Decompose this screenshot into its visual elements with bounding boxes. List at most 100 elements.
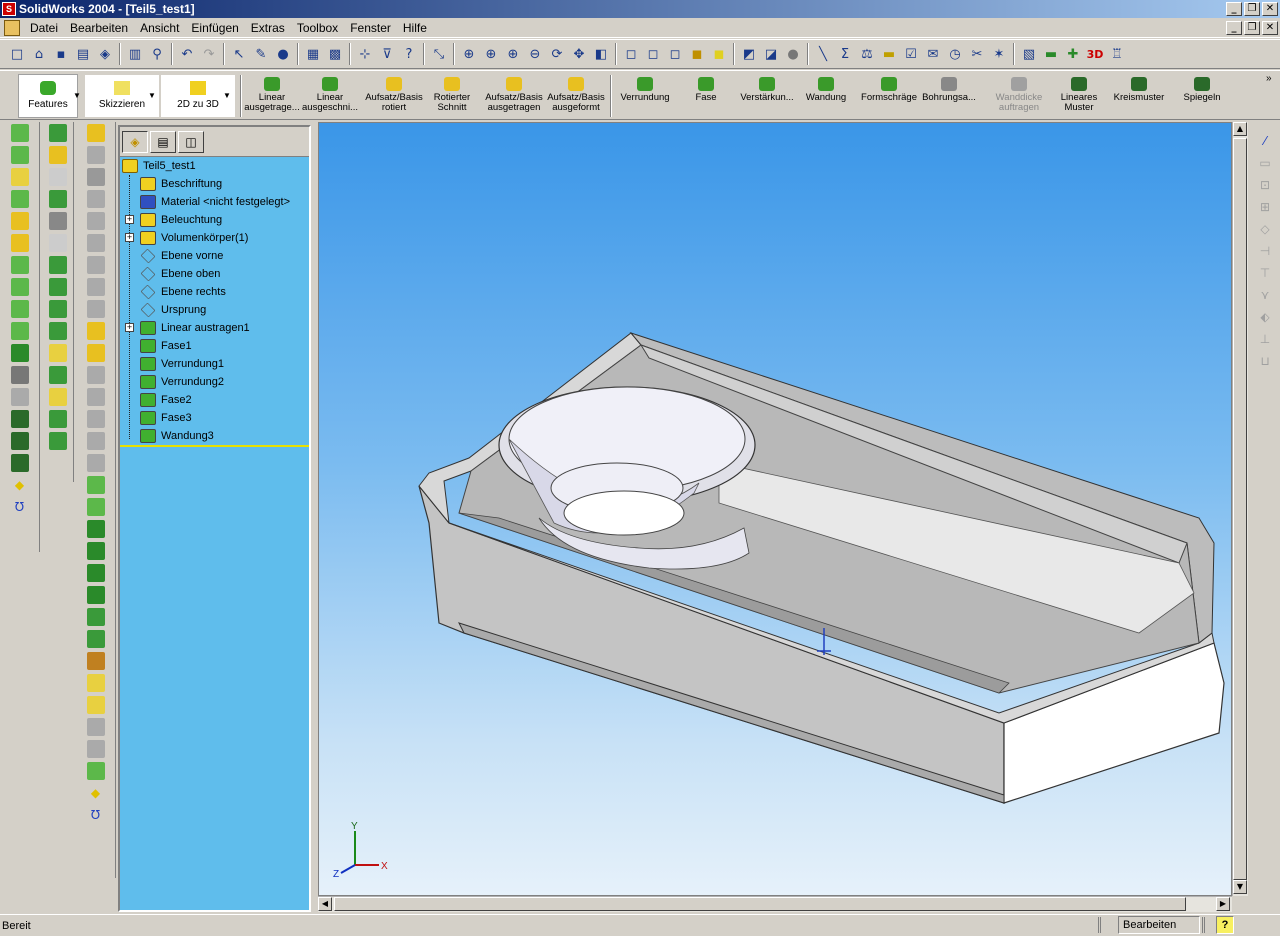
print-preview-icon[interactable]: ⚲: [146, 43, 168, 65]
feature-button-9[interactable]: Wandung: [798, 75, 854, 119]
circular-pattern-icon[interactable]: [10, 432, 29, 450]
reference-geometry-2-icon[interactable]: ◆: [87, 784, 105, 802]
make-drawing-icon[interactable]: ▤: [72, 43, 94, 65]
doc-close-button[interactable]: ✕: [1262, 21, 1278, 35]
surface-loft-icon[interactable]: [48, 190, 67, 208]
perspective-icon[interactable]: ◪: [760, 43, 782, 65]
tree-item[interactable]: Ebene oben: [140, 265, 220, 283]
shaded-icon[interactable]: ◼: [708, 43, 730, 65]
sheet-metal-corner-icon[interactable]: [86, 432, 105, 450]
tree-item[interactable]: Fase3: [140, 409, 192, 427]
delete-face-icon[interactable]: [48, 388, 67, 406]
help-icon[interactable]: ?: [398, 43, 420, 65]
tab-features[interactable]: Features: [18, 74, 78, 118]
tree-item[interactable]: Ursprung: [140, 301, 206, 319]
feature-button-4[interactable]: Aufsatz/Basis ausgetragen: [484, 75, 544, 119]
measure-icon[interactable]: ⤡: [428, 43, 450, 65]
graphics-area[interactable]: Y X Z: [318, 122, 1232, 896]
mold-undercut-icon[interactable]: [86, 696, 105, 714]
routing-icon[interactable]: ✚: [1062, 43, 1084, 65]
horizontal-scrollbar[interactable]: ◀ ▶: [318, 896, 1232, 912]
toolbar-more-icon[interactable]: »: [1266, 73, 1272, 84]
feature-button-5[interactable]: Aufsatz/Basis ausgeformt: [546, 75, 606, 119]
select-icon[interactable]: ↖: [228, 43, 250, 65]
sum-icon[interactable]: Σ: [834, 43, 856, 65]
hidden-lines-visible-icon[interactable]: ◻: [642, 43, 664, 65]
section-view-icon[interactable]: ◩: [738, 43, 760, 65]
sheet-metal-fold-icon[interactable]: [86, 322, 105, 340]
tree-expand-icon[interactable]: +: [125, 233, 134, 242]
tab-feature-tree[interactable]: ◈: [122, 130, 148, 153]
status-help-button[interactable]: ?: [1216, 916, 1234, 934]
mold-cavity-icon[interactable]: [86, 652, 105, 670]
features-dropdown-icon[interactable]: ▼: [73, 91, 81, 100]
draft-icon[interactable]: [10, 344, 29, 362]
feature-button-1[interactable]: Linear ausgeschni...: [302, 75, 358, 119]
reference-geometry-icon[interactable]: ◆: [11, 476, 29, 494]
sketch-rectangle-icon[interactable]: ▭: [1256, 154, 1274, 172]
surface-radiate-icon[interactable]: [48, 234, 67, 252]
sketch-fillet-icon[interactable]: ⋎: [1256, 286, 1274, 304]
feature-button-15[interactable]: Spiegeln: [1172, 75, 1232, 119]
sketch-dimension-icon[interactable]: ⊔: [1256, 352, 1274, 370]
doc-restore-button[interactable]: ❐: [1244, 21, 1260, 35]
extend-surface-icon[interactable]: [48, 300, 67, 318]
tree-item[interactable]: Wandung3: [140, 427, 214, 445]
trim-surface-icon[interactable]: [48, 322, 67, 340]
tree-item[interactable]: Fase2: [140, 391, 192, 409]
rebuild-icon[interactable]: ●: [272, 43, 294, 65]
scroll-up-icon[interactable]: ▲: [1233, 122, 1247, 136]
sketch-pattern-icon[interactable]: ⬖: [1256, 308, 1274, 326]
mold-thickness-icon[interactable]: [86, 740, 105, 758]
smart-dimension-icon[interactable]: ⊹: [354, 43, 376, 65]
check-icon[interactable]: ☑: [900, 43, 922, 65]
feature-button-7[interactable]: Fase: [678, 75, 734, 119]
mold-split-icon[interactable]: [86, 520, 105, 538]
zoom-fit-icon[interactable]: ⊕: [458, 43, 480, 65]
minimize-button[interactable]: _: [1226, 2, 1242, 16]
tree-expand-icon[interactable]: +: [125, 215, 134, 224]
mold-tooling-icon[interactable]: [86, 674, 105, 692]
sheet-metal-jog-icon[interactable]: [86, 212, 105, 230]
feature-button-8[interactable]: Verstärkun...: [736, 75, 798, 119]
hidden-lines-removed-icon[interactable]: ◻: [664, 43, 686, 65]
sketch-dropdown-icon[interactable]: ▼: [148, 91, 156, 100]
sheet-metal-rip-icon[interactable]: [86, 344, 105, 362]
sheet-metal-form-icon[interactable]: [86, 410, 105, 428]
redo-icon[interactable]: ↷: [198, 43, 220, 65]
sketch-convert-icon[interactable]: ⊞: [1256, 198, 1274, 216]
sheet-metal-nobend-icon[interactable]: [86, 366, 105, 384]
surface-sweep-icon[interactable]: [48, 168, 67, 186]
feature-button-12[interactable]: Wanddicke auftragen: [988, 75, 1050, 119]
tree-item[interactable]: Verrundung1: [140, 355, 224, 373]
sheet-metal-unfold-icon[interactable]: [86, 300, 105, 318]
balance-icon[interactable]: ⚖: [856, 43, 878, 65]
menu-extras[interactable]: Extras: [245, 21, 291, 35]
sketch-offset-icon[interactable]: ⊡: [1256, 176, 1274, 194]
fillet-tool-icon[interactable]: [10, 256, 29, 274]
library-icon[interactable]: ▧: [1018, 43, 1040, 65]
wireframe-icon[interactable]: ◻: [620, 43, 642, 65]
tools-icon[interactable]: ✂: [966, 43, 988, 65]
surface-offset-icon[interactable]: [48, 212, 67, 230]
sheet-metal-vent-icon[interactable]: [86, 388, 105, 406]
tree-expand-icon[interactable]: +: [125, 323, 134, 332]
sheet-metal-base-icon[interactable]: [86, 124, 105, 142]
open-icon[interactable]: ⌂: [28, 43, 50, 65]
zoom-selection-icon[interactable]: ⊖: [524, 43, 546, 65]
feature-button-13[interactable]: Lineares Muster: [1050, 75, 1108, 119]
curves-icon[interactable]: Ʊ: [11, 498, 29, 516]
mold-parting-icon[interactable]: [86, 608, 105, 626]
menu-hilfe[interactable]: Hilfe: [397, 21, 433, 35]
feature-button-11[interactable]: Bohrungsa...: [920, 75, 978, 119]
dome-icon[interactable]: [10, 388, 29, 406]
tree-item[interactable]: Ebene vorne: [140, 247, 223, 265]
wizard-icon[interactable]: ✶: [988, 43, 1010, 65]
sheet-metal-convert-icon[interactable]: [86, 498, 105, 516]
sheet-metal-closed-icon[interactable]: [86, 256, 105, 274]
toolbox-icon[interactable]: ▬: [1040, 43, 1062, 65]
mold-surface-icon[interactable]: [86, 762, 105, 780]
extrude-cut-icon[interactable]: [10, 146, 29, 164]
hole-wizard-icon[interactable]: [10, 366, 29, 384]
feature-button-14[interactable]: Kreismuster: [1110, 75, 1168, 119]
